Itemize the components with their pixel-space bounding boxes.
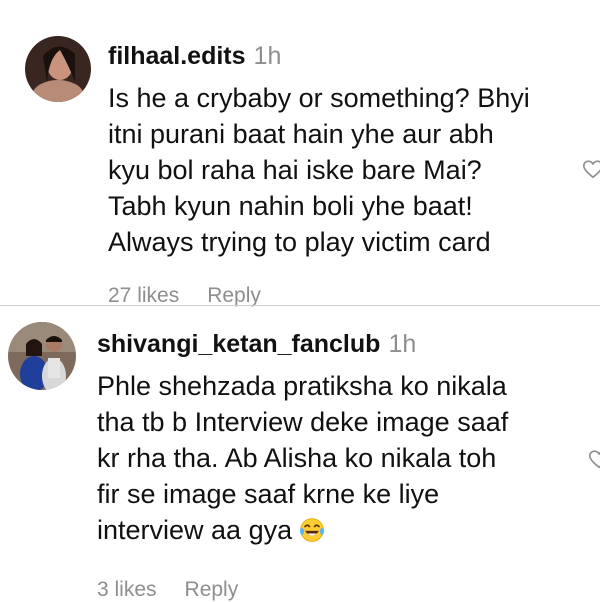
like-heart-icon[interactable] bbox=[588, 448, 600, 470]
avatar[interactable] bbox=[8, 322, 76, 390]
comment-line: kyu bol raha hai iske bare Mai? bbox=[108, 155, 482, 185]
likes-count[interactable]: 3 likes bbox=[97, 578, 157, 601]
comment-line: tha tb b Interview deke image saaf bbox=[97, 407, 509, 437]
comment-text: Phle shehzada pratiksha ko nikala tha tb… bbox=[97, 368, 508, 548]
comment-line: Tabh kyun nahin boli yhe baat! bbox=[108, 191, 473, 221]
like-heart-icon[interactable] bbox=[582, 158, 600, 180]
comment-line: Phle shehzada pratiksha ko nikala bbox=[97, 371, 507, 401]
comment-line: Is he a crybaby or something? Bhyi bbox=[108, 83, 530, 113]
comment-line: itni purani baat hain yhe aur abh bbox=[108, 119, 494, 149]
comment-2: shivangi_ketan_fanclub 1h Phle shehzada p… bbox=[0, 306, 600, 601]
username[interactable]: filhaal.edits bbox=[108, 42, 246, 70]
likes-count[interactable]: 27 likes bbox=[108, 284, 179, 307]
comment-1: filhaal.edits 1h Is he a crybaby or somet… bbox=[0, 0, 600, 307]
face-with-tears-of-joy-icon bbox=[300, 518, 325, 542]
comment-line: fir se image saaf krne ke liye bbox=[97, 479, 440, 509]
avatar[interactable] bbox=[25, 36, 91, 102]
reply-button[interactable]: Reply bbox=[185, 578, 239, 601]
comment-line: Always trying to play victim card bbox=[108, 227, 491, 257]
timestamp: 1h bbox=[388, 330, 417, 358]
comment-line: kr rha tha. Ab Alisha ko nikala toh bbox=[97, 443, 497, 473]
reply-button[interactable]: Reply bbox=[207, 284, 261, 307]
timestamp: 1h bbox=[253, 42, 282, 70]
comment-line: interview aa gya bbox=[97, 515, 293, 545]
comment-text: Is he a crybaby or something? Bhyi itni … bbox=[108, 80, 530, 260]
username[interactable]: shivangi_ketan_fanclub bbox=[97, 330, 380, 358]
comment-line-with-emoji: interview aa gya bbox=[97, 512, 508, 548]
